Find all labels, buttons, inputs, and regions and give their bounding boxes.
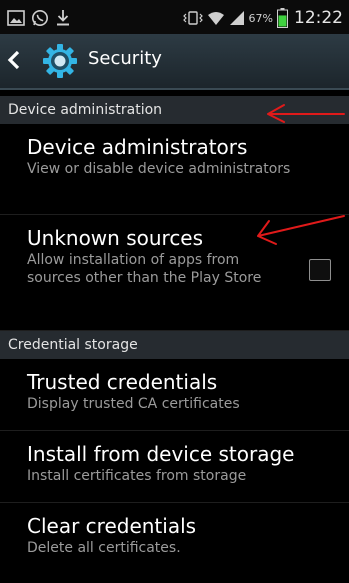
- item-title: Install from device storage: [27, 442, 295, 466]
- section-header-credential-storage: Credential storage: [0, 331, 349, 359]
- status-time: 12:22: [294, 8, 343, 28]
- unknown-sources-checkbox[interactable]: [309, 259, 331, 281]
- signal-icon: [229, 11, 244, 25]
- item-summary: View or disable device administrators: [27, 161, 291, 177]
- battery-percentage: 67%: [248, 11, 273, 25]
- section-header-device-administration: Device administration: [0, 96, 349, 124]
- list-item-device-administrators[interactable]: Device administrators View or disable de…: [0, 124, 349, 215]
- item-title: Device administrators: [27, 135, 248, 159]
- system-status-icons: 67% 12:22: [182, 7, 343, 29]
- list-item-install-from-device-storage[interactable]: Install from device storage Install cert…: [0, 431, 349, 503]
- item-summary: Display trusted CA certificates: [27, 396, 240, 412]
- back-chevron-icon[interactable]: [5, 48, 23, 72]
- page-title: Security: [88, 48, 162, 69]
- action-bar: Security: [0, 34, 349, 90]
- list-item-unknown-sources[interactable]: Unknown sources Allow installation of ap…: [0, 215, 349, 331]
- wifi-icon: [207, 12, 224, 25]
- settings-gear-icon[interactable]: [42, 43, 78, 79]
- item-title: Unknown sources: [27, 226, 204, 250]
- download-icon: [57, 10, 69, 26]
- list-item-clear-credentials[interactable]: Clear credentials Delete all certificate…: [0, 503, 349, 583]
- battery-icon: [277, 8, 288, 28]
- item-summary: Allow installation of apps from sources …: [27, 252, 262, 286]
- status-bar: 67% 12:22: [0, 0, 349, 34]
- whatsapp-icon: [32, 10, 48, 26]
- list-item-trusted-credentials[interactable]: Trusted credentials Display trusted CA c…: [0, 359, 349, 431]
- item-title: Clear credentials: [27, 514, 197, 538]
- item-title: Trusted credentials: [27, 370, 218, 394]
- notification-icons: [7, 7, 71, 29]
- vibrate-icon: [182, 11, 203, 25]
- item-summary: Delete all certificates.: [27, 540, 181, 556]
- item-summary: Install certificates from storage: [27, 468, 247, 484]
- gallery-icon: [7, 10, 25, 26]
- settings-list: Device administration Device administrat…: [0, 96, 349, 583]
